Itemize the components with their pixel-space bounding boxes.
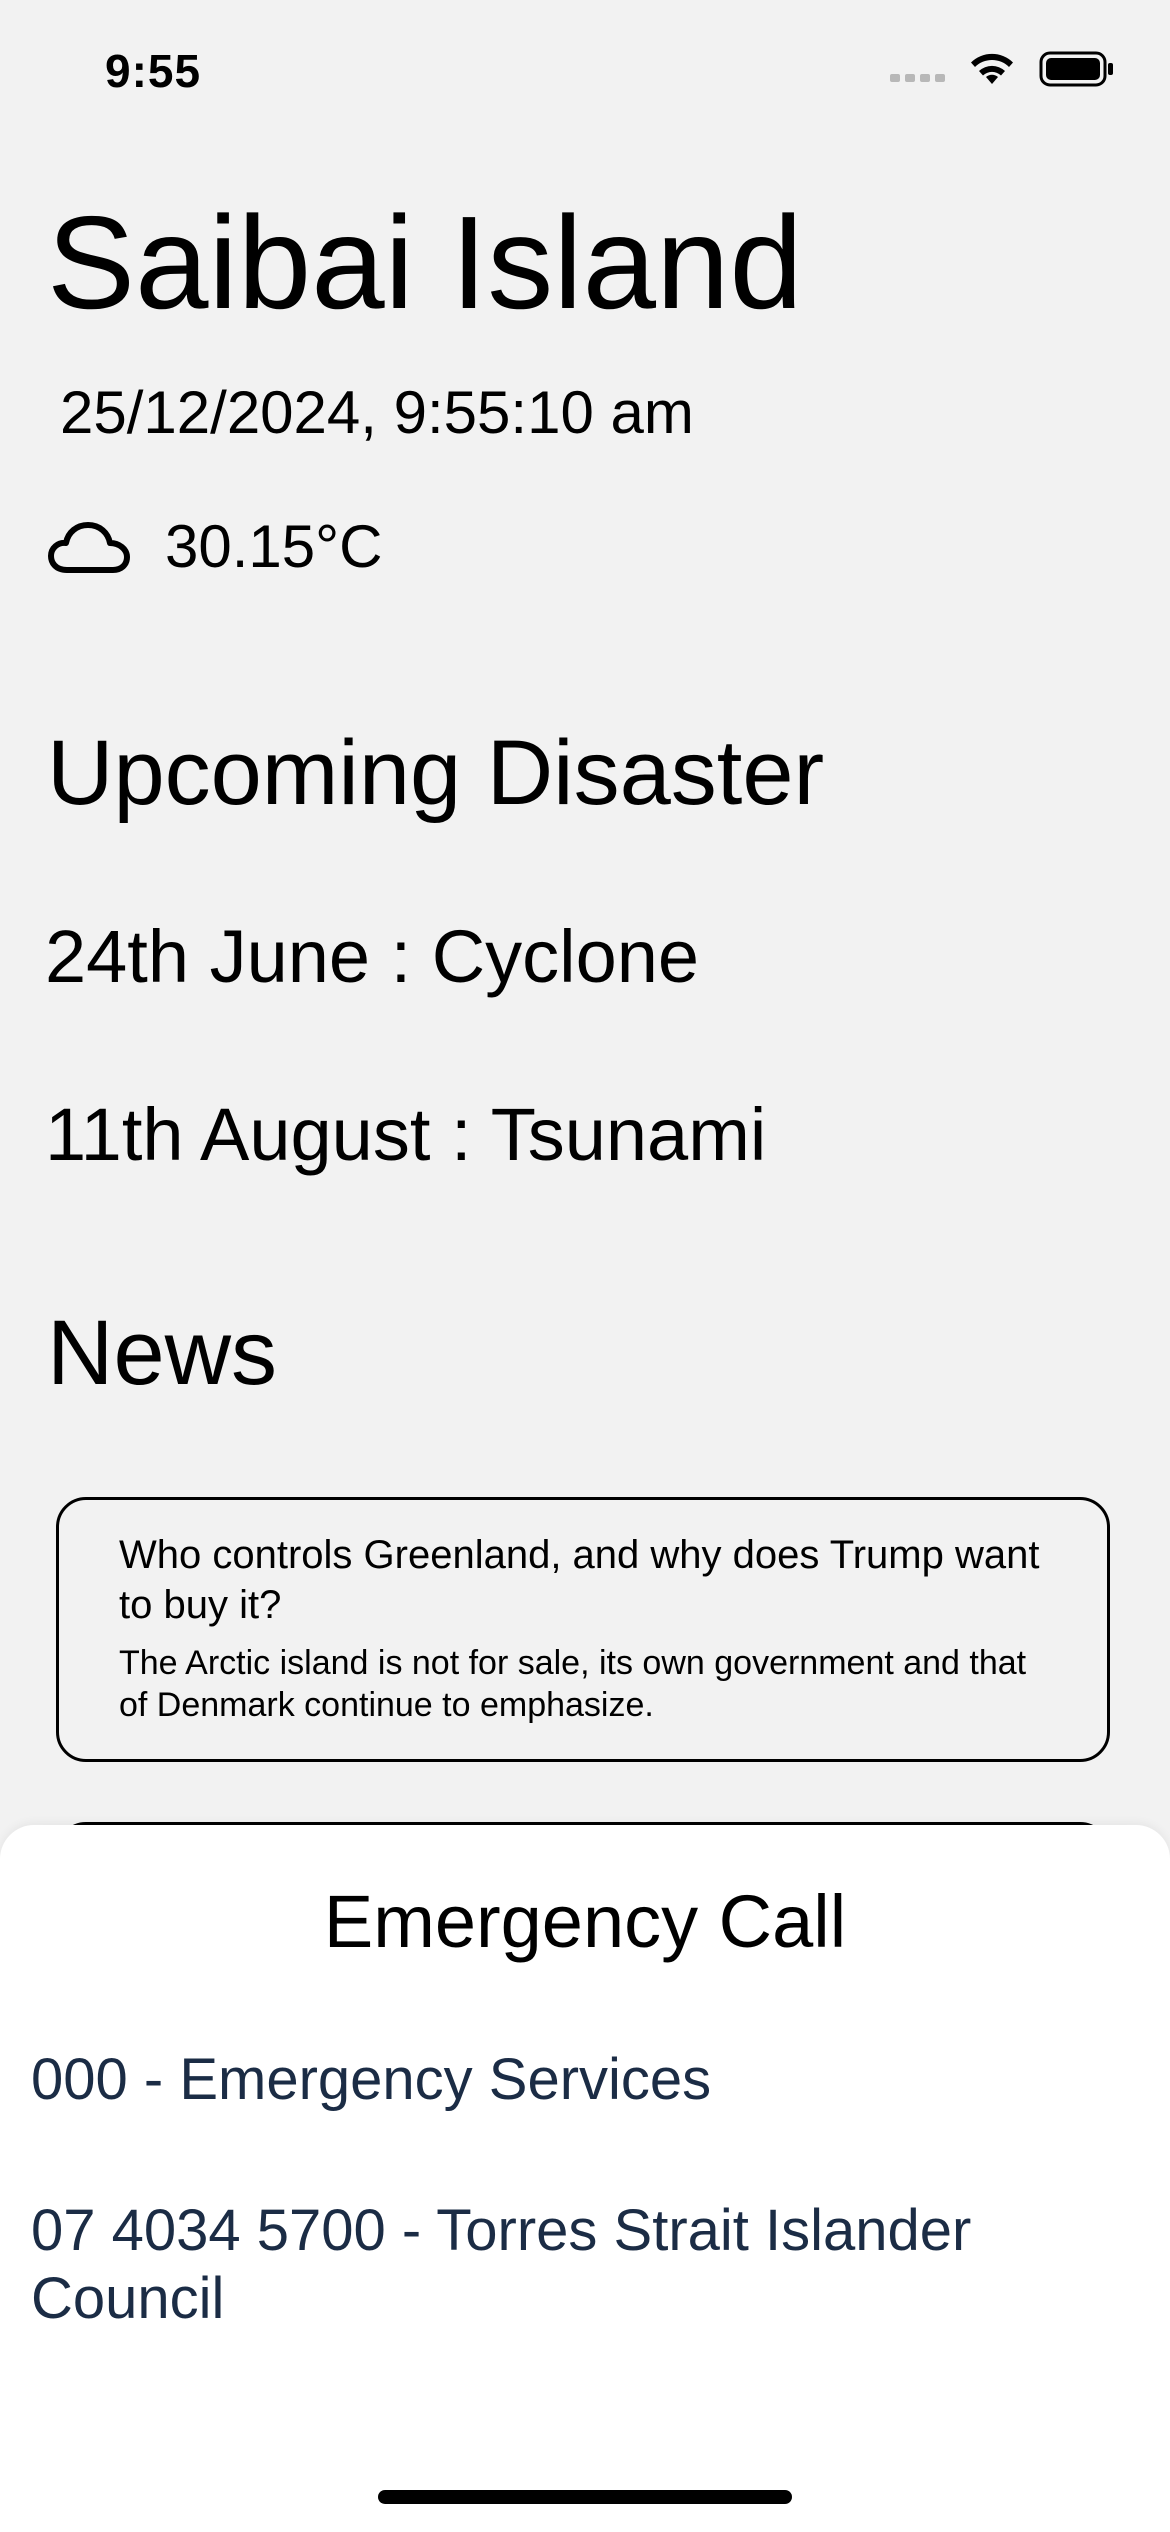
- wifi-icon: [971, 53, 1013, 84]
- location-title: Saibai Island: [47, 189, 803, 336]
- current-datetime: 25/12/2024, 9:55:10 am: [60, 379, 694, 446]
- news-headline: Who controls Greenland, and why does Tru…: [119, 1533, 1040, 1627]
- news-card[interactable]: Who controls Greenland, and why does Tru…: [56, 1497, 1110, 1762]
- emergency-call-sheet: Emergency Call 000 - Emergency Services …: [0, 1825, 1170, 2532]
- weather-row: 30.15°C: [47, 512, 382, 582]
- status-icons: [890, 50, 1115, 88]
- emergency-call-title: Emergency Call: [323, 1880, 847, 1963]
- emergency-contact-link[interactable]: 000 - Emergency Services: [31, 2046, 1111, 2114]
- battery-icon: [1039, 51, 1113, 87]
- disaster-item: 24th June : Cyclone: [45, 915, 700, 998]
- upcoming-disaster-heading: Upcoming Disaster: [47, 722, 825, 824]
- home-indicator[interactable]: [378, 2490, 792, 2504]
- temperature: 30.15°C: [165, 513, 383, 580]
- disaster-item: 11th August : Tsunami: [45, 1093, 767, 1176]
- news-summary: The Arctic island is not for sale, its o…: [119, 1644, 1027, 1724]
- cloud-icon: [48, 522, 130, 573]
- cellular-signal-icon: [890, 74, 945, 82]
- emergency-contact-link[interactable]: 07 4034 5700 - Torres Strait Islander Co…: [31, 2197, 1111, 2333]
- news-heading: News: [47, 1302, 278, 1404]
- status-bar: 9:55: [0, 0, 1170, 150]
- status-time: 9:55: [105, 45, 202, 97]
